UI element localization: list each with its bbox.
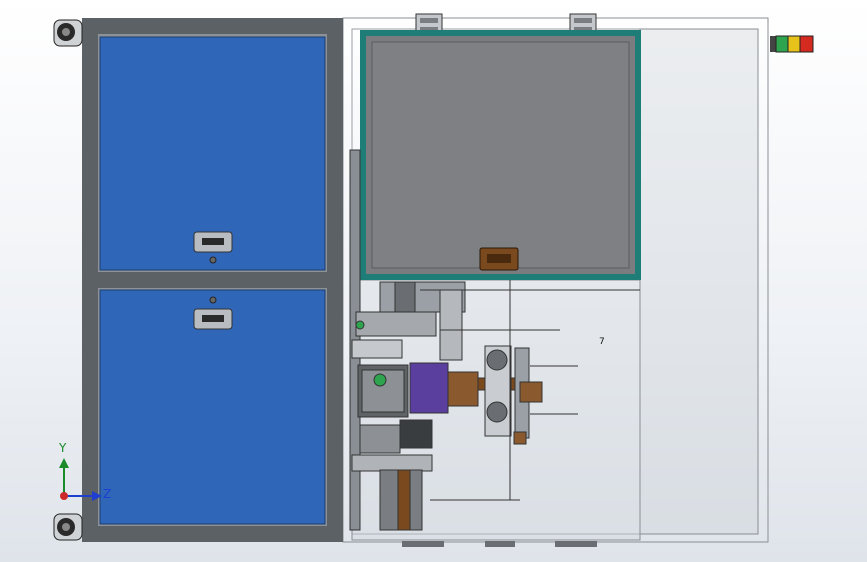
signal-tower-light-icon: [770, 35, 814, 53]
annotation-label: 7: [599, 337, 605, 347]
triad-y-label: Y: [59, 441, 67, 455]
side-panel-right: [639, 28, 759, 535]
caster-wheel-icon: [53, 513, 83, 541]
bottom-hinge: [555, 541, 597, 547]
bottom-hinge: [485, 541, 515, 547]
left-cabinet: [82, 18, 343, 542]
caster-wheel-icon: [53, 19, 83, 47]
bottom-hinge: [402, 541, 444, 547]
cad-model-view[interactable]: [0, 0, 867, 562]
top-rail: [82, 18, 343, 34]
bottom-rail: [82, 526, 343, 542]
middle-rail: [82, 272, 343, 288]
triad-z-label: Z: [103, 487, 112, 501]
top-glass-door[interactable]: [360, 30, 641, 280]
